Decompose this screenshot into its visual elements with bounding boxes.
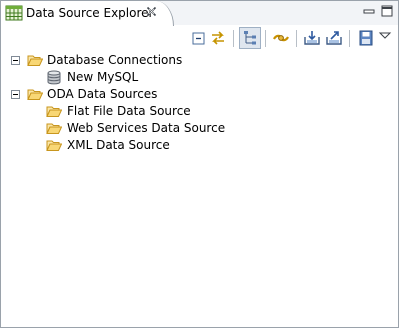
tree-node-label: XML Data Source [67,138,170,152]
export-icon[interactable] [324,28,344,48]
view-toolbar [1,26,398,51]
folder-icon [46,138,63,153]
connect-icon[interactable] [271,28,291,48]
folder-icon [46,104,63,119]
database-icon [46,70,62,85]
tree-node-web-services-data-source[interactable]: Web Services Data Source [46,120,386,137]
import-icon[interactable] [302,28,322,48]
data-source-explorer-view: Data Source Explorer Database Connection… [0,0,399,328]
collapse-toggle-icon[interactable] [11,90,20,99]
collapse-all-icon[interactable] [189,28,209,48]
tree-node-label: Flat File Data Source [67,104,191,118]
view-tab[interactable]: Data Source Explorer [1,1,174,26]
tree-node-new-mysql[interactable]: New MySQL [46,69,386,86]
collapse-toggle-icon[interactable] [11,56,20,65]
data-source-explorer-icon [5,5,23,21]
minimize-icon[interactable] [362,4,376,18]
tree-node-label: New MySQL [67,70,139,84]
maximize-icon[interactable] [380,4,394,18]
show-hierarchy-icon[interactable] [239,27,261,49]
link-with-editor-icon[interactable] [208,28,228,48]
tree-node-label: Web Services Data Source [67,121,226,135]
view-menu-icon[interactable] [378,28,392,48]
tree-node-xml-data-source[interactable]: XML Data Source [46,137,386,154]
view-title: Data Source Explorer [26,6,154,20]
tree-node-label: ODA Data Sources [47,87,158,101]
tree-node-database-connections[interactable]: Database Connections [11,52,391,69]
folder-open-icon [27,87,44,102]
tree-node-oda-data-sources[interactable]: ODA Data Sources [11,86,391,103]
folder-open-icon [27,53,44,68]
tree-node-flat-file-data-source[interactable]: Flat File Data Source [46,103,386,120]
folder-icon [46,121,63,136]
tree-node-label: Database Connections [47,53,183,67]
close-icon[interactable] [145,5,158,18]
view-tab-bar: Data Source Explorer [1,1,398,26]
save-icon[interactable] [356,28,376,48]
